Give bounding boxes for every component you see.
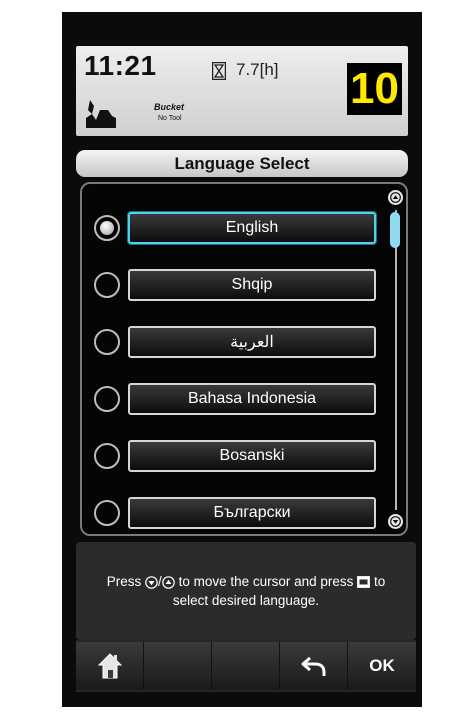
scroll-up-button[interactable] <box>388 190 403 205</box>
language-button[interactable]: العربية <box>128 326 376 358</box>
return-arrow-icon <box>301 656 325 676</box>
scrollbar-thumb[interactable] <box>390 212 400 248</box>
monitor-screen: 11:21 7.7[h] Bucket No Tool 10 Language … <box>62 12 422 707</box>
toolbar-button-empty[interactable] <box>212 642 280 690</box>
help-panel: Press / to move the cursor and press to … <box>76 542 416 640</box>
status-panel: 11:21 7.7[h] Bucket No Tool 10 <box>76 46 408 136</box>
language-list: English Shqip العربية Bahasa Indonesia B… <box>80 182 408 536</box>
radio-button[interactable] <box>94 500 120 526</box>
attachment-name: Bucket <box>154 102 185 112</box>
scroll-down-button[interactable] <box>388 514 403 529</box>
down-key-icon <box>145 576 158 589</box>
language-button[interactable]: Shqip <box>128 269 376 301</box>
list-item[interactable]: Bosanski <box>82 437 382 477</box>
home-icon <box>97 653 122 679</box>
language-button[interactable]: Bahasa Indonesia <box>128 383 376 415</box>
list-item[interactable]: Bahasa Indonesia <box>82 380 382 420</box>
toolbar-button-empty[interactable] <box>144 642 212 690</box>
back-button[interactable] <box>280 642 348 690</box>
arrow-up-icon <box>390 192 401 203</box>
language-button[interactable]: English <box>128 212 376 244</box>
help-text-part: to move the cursor and press <box>178 574 354 589</box>
radio-button[interactable] <box>94 329 120 355</box>
machine-icon <box>86 100 116 128</box>
home-button[interactable] <box>76 642 144 690</box>
radio-button[interactable] <box>94 272 120 298</box>
help-text-part: Press <box>106 574 142 589</box>
radio-button[interactable] <box>94 386 120 412</box>
radio-button[interactable] <box>94 215 120 241</box>
gear-indicator: 10 <box>347 63 402 115</box>
help-text-part: to <box>373 574 386 589</box>
hour-meter: 7.7[h] <box>236 60 279 79</box>
arrow-down-icon <box>390 516 401 527</box>
bottom-toolbar: OK <box>76 640 416 692</box>
hourglass-icon <box>212 62 226 80</box>
list-item[interactable]: English <box>82 209 382 249</box>
list-item[interactable]: Shqip <box>82 266 382 306</box>
clock: 11:21 <box>84 50 157 81</box>
up-key-icon <box>162 576 175 589</box>
screen-title: Language Select <box>174 154 310 173</box>
tool-name: No Tool <box>158 115 182 122</box>
help-text-part: select desired language. <box>172 593 320 608</box>
list-item[interactable]: Български <box>82 494 382 534</box>
ok-button[interactable]: OK <box>348 642 416 690</box>
language-button[interactable]: Български <box>128 497 376 529</box>
ok-key-icon <box>357 576 371 589</box>
screen-title-bar: Language Select <box>76 150 408 177</box>
list-item[interactable]: العربية <box>82 323 382 363</box>
radio-button[interactable] <box>94 443 120 469</box>
ok-label: OK <box>369 656 395 675</box>
scrollbar-track[interactable] <box>395 210 397 510</box>
help-text: Press / to move the cursor and press to … <box>106 574 386 608</box>
language-button[interactable]: Bosanski <box>128 440 376 472</box>
gear-number: 10 <box>350 64 399 113</box>
